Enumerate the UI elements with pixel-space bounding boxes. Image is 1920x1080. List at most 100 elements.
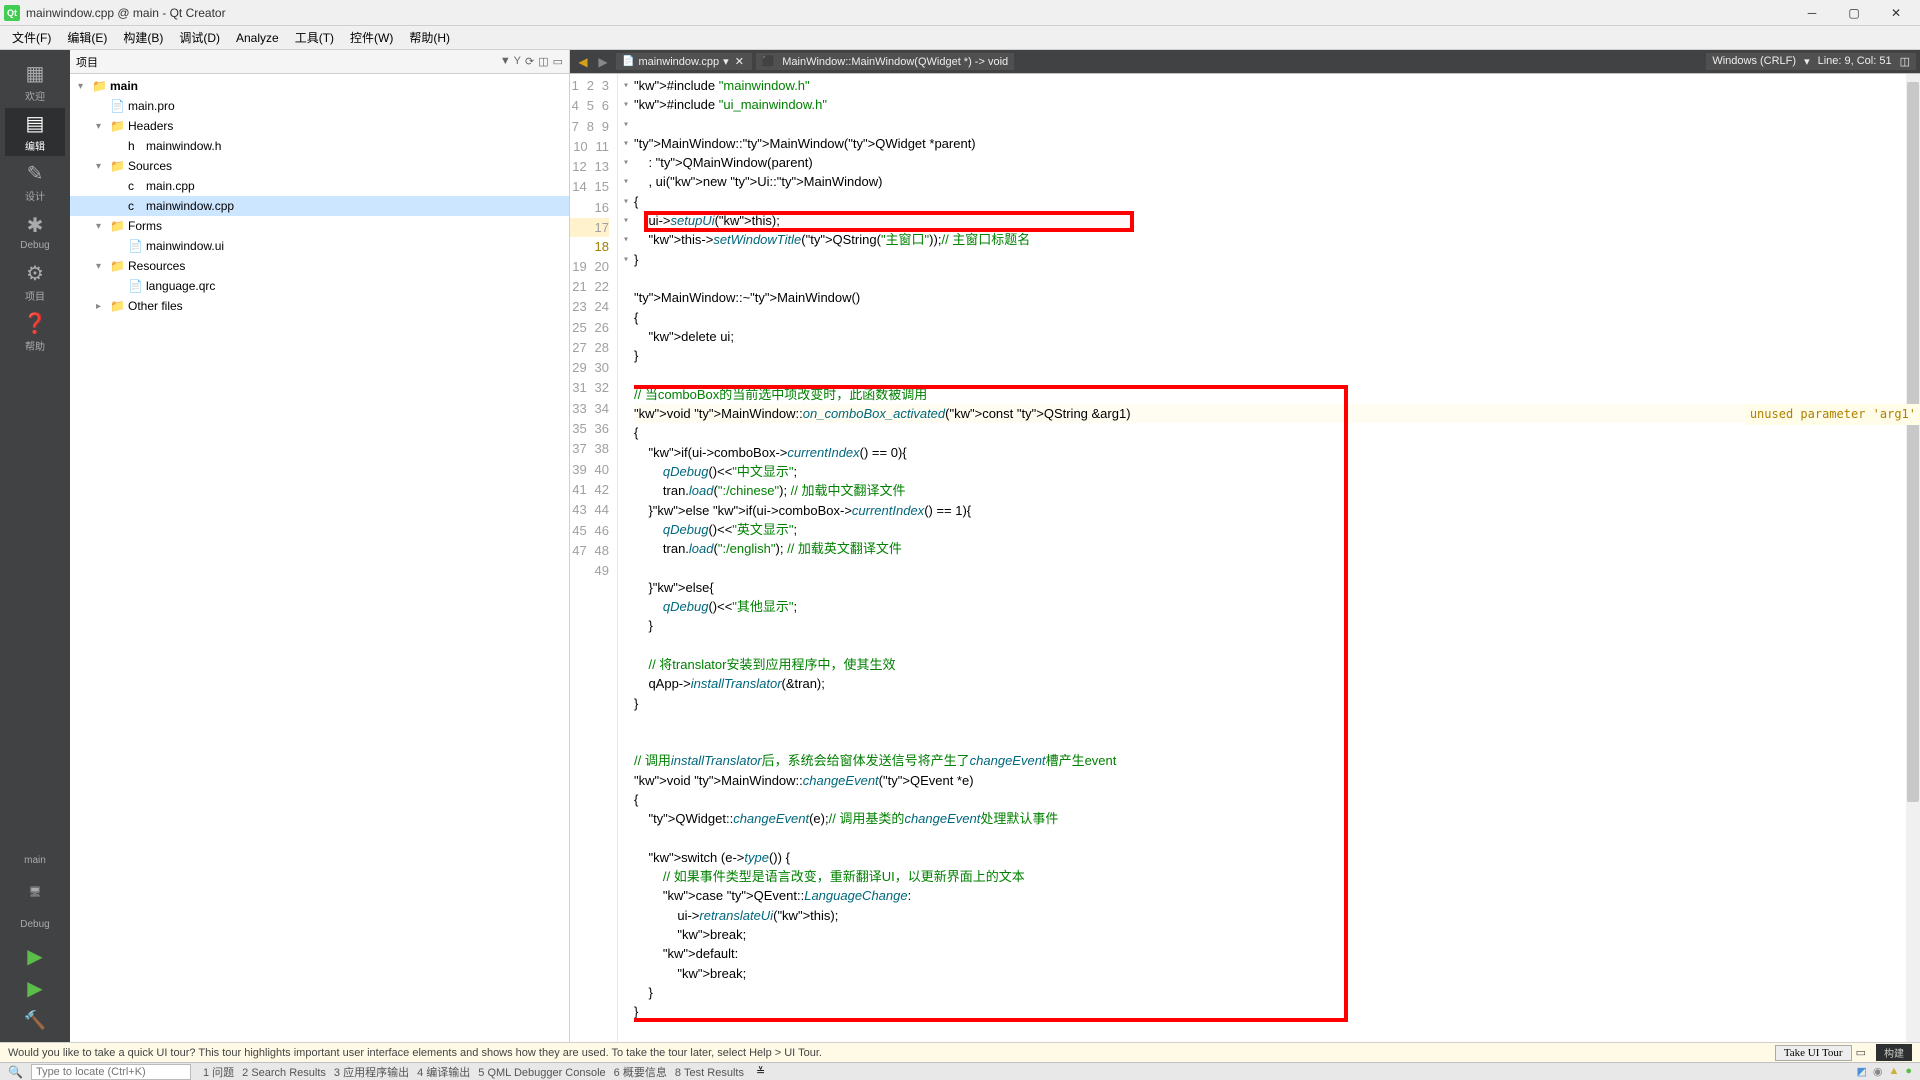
take-tour-button[interactable]: Take UI Tour: [1775, 1045, 1852, 1061]
wrench-icon: ⚙: [26, 261, 44, 286]
bug-icon: ✱: [27, 213, 44, 238]
locator-icon[interactable]: 🔍: [8, 1065, 23, 1079]
highlight-block: [634, 385, 1348, 1022]
file-icon: 📄: [110, 99, 128, 113]
file-icon: h: [128, 139, 146, 153]
tab-close-icon[interactable]: ✕: [733, 55, 746, 68]
output-tab[interactable]: 1 问题: [199, 1067, 238, 1079]
tree-item[interactable]: ▾📁main: [70, 76, 569, 96]
project-tree[interactable]: ▾📁main📄main.pro▾📁Headershmainwindow.h▾📁S…: [70, 74, 569, 1042]
kit-selector[interactable]: main: [5, 844, 65, 876]
file-icon: 📁: [110, 259, 128, 273]
menu-item[interactable]: 控件(W): [342, 27, 401, 48]
chevron-icon: ▸: [96, 301, 110, 312]
chevron-icon: ▾: [96, 261, 110, 272]
file-icon: c: [128, 179, 146, 193]
tour-banner: Would you like to take a quick UI tour? …: [0, 1042, 1920, 1062]
method-icon: ⬛: [762, 56, 776, 68]
highlight-line-9: [644, 211, 1134, 232]
help-icon: ❓: [23, 311, 48, 336]
tree-item-label: Other files: [128, 299, 183, 313]
mode-welcome[interactable]: ▦欢迎: [5, 58, 65, 106]
menu-item[interactable]: 调试(D): [171, 27, 228, 48]
panel-close-icon[interactable]: ▭: [553, 55, 563, 68]
vertical-scrollbar[interactable]: [1906, 74, 1920, 1042]
split-icon[interactable]: ◫: [538, 55, 548, 68]
build-config[interactable]: 🖥: [5, 876, 65, 908]
dismiss-tour-icon[interactable]: ▭: [1856, 1046, 1866, 1059]
window-title: mainwindow.cpp @ main - Qt Creator: [26, 6, 1792, 20]
line-gutter: 1 2 3 4 5 6 7 8 9 10 11 12 13 14 15 16 1…: [570, 74, 618, 1042]
chevron-icon: ▾: [96, 121, 110, 132]
chevron-icon: ▾: [96, 221, 110, 232]
status-icon-4[interactable]: ●: [1905, 1065, 1912, 1078]
nav-forward-button[interactable]: ▶: [594, 53, 612, 71]
tree-item[interactable]: cmain.cpp: [70, 176, 569, 196]
debug-label: Debug: [5, 908, 65, 940]
output-tab[interactable]: 2 Search Results: [238, 1067, 330, 1079]
cpp-file-icon: 📄: [622, 56, 634, 67]
mode-projects[interactable]: ⚙项目: [5, 258, 65, 306]
output-dropdown-icon[interactable]: ≚: [756, 1065, 765, 1078]
debug-run-button[interactable]: ▶: [5, 972, 65, 1004]
mode-design[interactable]: ✎设计: [5, 158, 65, 206]
status-icon-2[interactable]: ◉: [1873, 1065, 1883, 1078]
edit-icon: ▤: [26, 111, 45, 136]
maximize-button[interactable]: ▢: [1834, 2, 1874, 24]
mode-help[interactable]: ❓帮助: [5, 308, 65, 356]
tree-item[interactable]: 📄main.pro: [70, 96, 569, 116]
tree-item-label: Headers: [128, 119, 173, 133]
output-tab[interactable]: 8 Test Results: [671, 1067, 748, 1079]
tree-item-label: language.qrc: [146, 279, 215, 293]
menu-item[interactable]: Analyze: [228, 29, 287, 47]
tree-item[interactable]: ▾📁Forms: [70, 216, 569, 236]
minimize-button[interactable]: ─: [1792, 2, 1832, 24]
code-editor[interactable]: 1 2 3 4 5 6 7 8 9 10 11 12 13 14 15 16 1…: [570, 74, 1920, 1042]
file-icon: 📁: [110, 159, 128, 173]
split-editor-icon[interactable]: ◫: [1900, 55, 1910, 68]
tree-item[interactable]: 📄language.qrc: [70, 276, 569, 296]
sync-icon[interactable]: ⟳: [525, 55, 534, 68]
tree-item[interactable]: ▾📁Sources: [70, 156, 569, 176]
build-badge[interactable]: 构建: [1876, 1044, 1912, 1061]
tree-item[interactable]: cmainwindow.cpp: [70, 196, 569, 216]
mode-edit[interactable]: ▤编辑: [5, 108, 65, 156]
menu-item[interactable]: 帮助(H): [401, 27, 458, 48]
output-tab[interactable]: 4 编译输出: [413, 1067, 474, 1079]
output-tab[interactable]: 3 应用程序输出: [330, 1067, 413, 1079]
file-icon: 📁: [110, 119, 128, 133]
tour-message: Would you like to take a quick UI tour? …: [8, 1047, 822, 1059]
editor-toolbar: ◀ ▶ 📄 mainwindow.cpp ▾ ✕ ⬛ MainWindow::M…: [570, 50, 1920, 74]
fold-column[interactable]: ▾ ▾ ▾ ▾ ▾ ▾ ▾ ▾ ▾ ▾: [618, 74, 634, 1042]
mode-debug[interactable]: ✱Debug: [5, 208, 65, 256]
locator-input[interactable]: [31, 1064, 191, 1080]
menu-item[interactable]: 构建(B): [115, 27, 171, 48]
panel-header: 项目 ▼ Y ⟳ ◫ ▭: [70, 50, 569, 74]
close-button[interactable]: ✕: [1876, 2, 1916, 24]
tab-dropdown-icon[interactable]: ▾: [723, 55, 729, 68]
menu-item[interactable]: 工具(T): [287, 27, 342, 48]
build-button[interactable]: 🔨: [5, 1004, 65, 1036]
nav-back-button[interactable]: ◀: [574, 53, 592, 71]
tree-item-label: main.pro: [128, 99, 175, 113]
encoding-label[interactable]: Windows (CRLF): [1712, 55, 1796, 68]
output-tab[interactable]: 6 概要信息: [610, 1067, 671, 1079]
tree-item[interactable]: ▾📁Headers: [70, 116, 569, 136]
menu-item[interactable]: 编辑(E): [59, 27, 115, 48]
status-icon-3[interactable]: ▲: [1888, 1065, 1899, 1078]
output-tab[interactable]: 5 QML Debugger Console: [474, 1067, 609, 1079]
status-icon-1[interactable]: ◩: [1856, 1065, 1866, 1078]
tree-item-label: main.cpp: [146, 179, 195, 193]
file-icon: 📁: [110, 299, 128, 313]
file-icon: 📄: [128, 239, 146, 253]
file-tab[interactable]: 📄 mainwindow.cpp ▾ ✕: [616, 53, 752, 70]
titlebar: Qt mainwindow.cpp @ main - Qt Creator ─ …: [0, 0, 1920, 26]
tree-item[interactable]: ▾📁Resources: [70, 256, 569, 276]
run-button[interactable]: ▶: [5, 940, 65, 972]
tree-item[interactable]: 📄mainwindow.ui: [70, 236, 569, 256]
tree-item[interactable]: hmainwindow.h: [70, 136, 569, 156]
filter-icon[interactable]: ▼ Y: [500, 55, 521, 68]
tree-item[interactable]: ▸📁Other files: [70, 296, 569, 316]
symbol-breadcrumb[interactable]: ⬛ MainWindow::MainWindow(QWidget *) -> v…: [756, 53, 1014, 70]
menu-item[interactable]: 文件(F): [4, 27, 59, 48]
